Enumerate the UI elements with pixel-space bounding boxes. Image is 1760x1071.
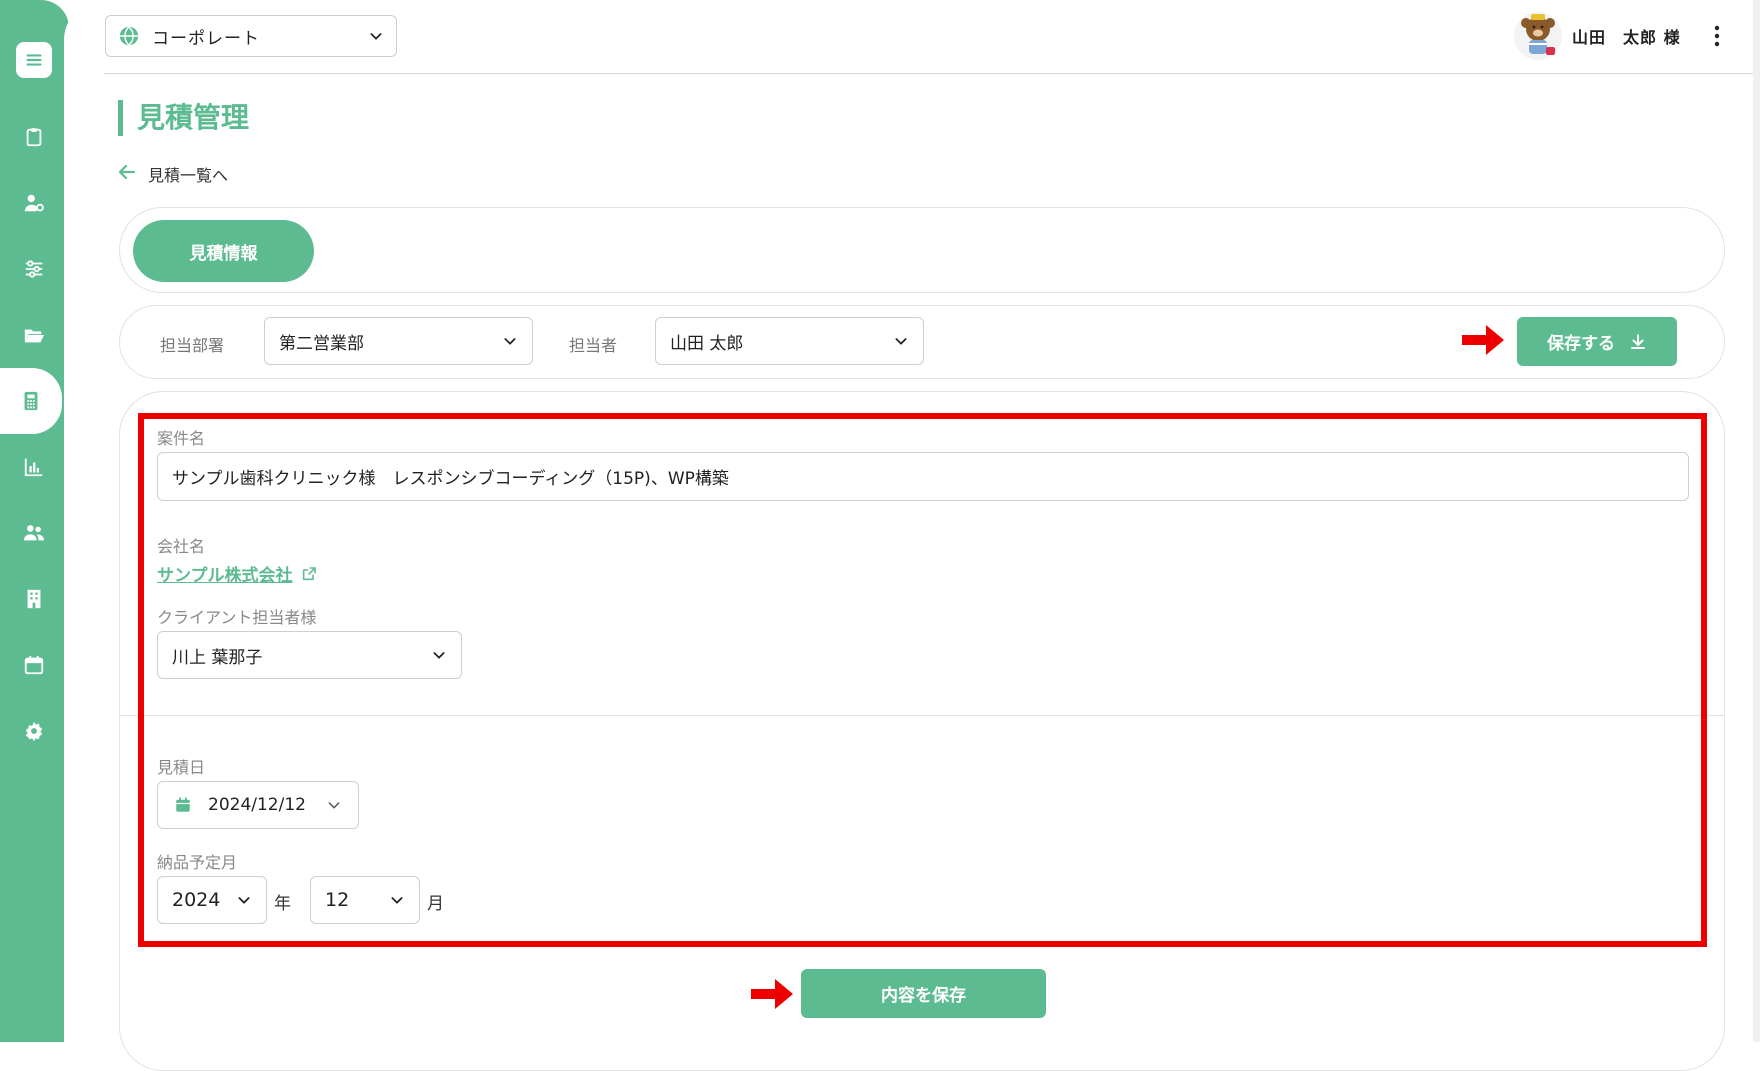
project-name-input[interactable]: サンプル歯科クリニック様 レスポンシブコーディング（15P)、WP構築 bbox=[157, 452, 1689, 501]
content-corner bbox=[64, 0, 104, 1042]
company-link[interactable]: サンプル株式会社 bbox=[157, 561, 317, 586]
person-value: 山田 太郎 bbox=[670, 333, 744, 354]
chevron-down-icon bbox=[895, 338, 907, 345]
chevron-down-icon bbox=[504, 338, 516, 345]
sidebar bbox=[0, 0, 104, 1042]
estimate-date-label: 見積日 bbox=[157, 758, 206, 777]
user-gear-icon[interactable] bbox=[14, 183, 54, 223]
chevron-down-icon bbox=[391, 897, 403, 904]
sliders-icon[interactable] bbox=[14, 249, 54, 289]
person-select[interactable]: 山田 太郎 bbox=[655, 317, 924, 365]
tab-bar: 見積情報 bbox=[119, 207, 1725, 293]
save-content-button[interactable]: 内容を保存 bbox=[801, 969, 1046, 1018]
save-content-label: 内容を保存 bbox=[881, 986, 966, 1006]
scrollbar[interactable] bbox=[1753, 0, 1760, 1042]
company-link-text: サンプル株式会社 bbox=[157, 566, 293, 586]
save-button[interactable]: 保存する bbox=[1517, 317, 1677, 366]
project-name-label: 案件名 bbox=[157, 429, 206, 448]
arrow-left-icon bbox=[118, 164, 136, 185]
site-selector-value: コーポレート bbox=[152, 28, 260, 49]
chevron-down-icon bbox=[238, 897, 250, 904]
external-link-icon bbox=[302, 566, 316, 580]
chevron-down-icon bbox=[370, 33, 382, 40]
year-unit: 年 bbox=[274, 894, 291, 914]
menu-icon[interactable] bbox=[14, 40, 54, 80]
clipboard-icon[interactable] bbox=[14, 117, 54, 157]
bear-mascot-icon bbox=[1521, 14, 1555, 55]
estimate-date-value: 2024/12/12 bbox=[208, 795, 306, 815]
sidebar-item-estimates[interactable] bbox=[0, 368, 62, 434]
avatar bbox=[1514, 12, 1562, 60]
download-icon bbox=[1631, 333, 1645, 349]
chevron-down-icon bbox=[433, 652, 445, 659]
calculator-icon bbox=[20, 390, 42, 416]
form-divider bbox=[120, 715, 1724, 716]
header-divider bbox=[104, 73, 1754, 74]
building-icon[interactable] bbox=[14, 579, 54, 619]
department-value: 第二営業部 bbox=[279, 333, 364, 354]
delivery-month-select[interactable]: 12 bbox=[310, 876, 420, 924]
site-selector[interactable]: コーポレート bbox=[105, 15, 397, 57]
more-options-icon[interactable] bbox=[1708, 24, 1726, 48]
delivery-year-value: 2024 bbox=[172, 889, 221, 911]
company-name-label: 会社名 bbox=[157, 537, 206, 556]
gear-icon[interactable] bbox=[14, 711, 54, 751]
user-name: 山田 太郎 様 bbox=[1572, 28, 1681, 47]
red-arrow-annotation bbox=[1462, 325, 1504, 355]
user-menu[interactable]: 山田 太郎 様 bbox=[1514, 10, 1681, 62]
tab-estimate-info[interactable]: 見積情報 bbox=[133, 220, 314, 282]
bar-chart-icon[interactable] bbox=[14, 447, 54, 487]
users-icon[interactable] bbox=[14, 513, 54, 553]
calendar-icon[interactable] bbox=[14, 645, 54, 685]
back-to-list-link[interactable]: 見積一覧へ bbox=[118, 162, 228, 186]
month-unit: 月 bbox=[427, 894, 444, 914]
delivery-year-select[interactable]: 2024 bbox=[157, 876, 267, 924]
client-contact-label: クライアント担当者様 bbox=[157, 608, 317, 627]
delivery-month-label: 納品予定月 bbox=[157, 853, 238, 872]
back-link-label: 見積一覧へ bbox=[148, 166, 229, 185]
client-contact-select[interactable]: 川上 葉那子 bbox=[157, 631, 462, 679]
estimate-date-picker[interactable]: 2024/12/12 bbox=[157, 781, 359, 829]
chevron-down-icon bbox=[328, 802, 340, 809]
save-button-label: 保存する bbox=[1547, 334, 1615, 354]
delivery-month-value: 12 bbox=[325, 889, 350, 911]
folder-open-icon[interactable] bbox=[14, 315, 54, 355]
calendar-icon bbox=[176, 797, 190, 812]
page-title: 見積管理 bbox=[118, 100, 249, 136]
red-arrow-annotation bbox=[751, 979, 793, 1009]
department-select[interactable]: 第二営業部 bbox=[264, 317, 533, 365]
department-label: 担当部署 bbox=[160, 336, 225, 355]
globe-icon bbox=[119, 26, 139, 46]
person-label: 担当者 bbox=[569, 336, 618, 355]
project-name-value: サンプル歯科クリニック様 レスポンシブコーディング（15P)、WP構築 bbox=[172, 469, 729, 489]
client-contact-value: 川上 葉那子 bbox=[172, 647, 263, 668]
